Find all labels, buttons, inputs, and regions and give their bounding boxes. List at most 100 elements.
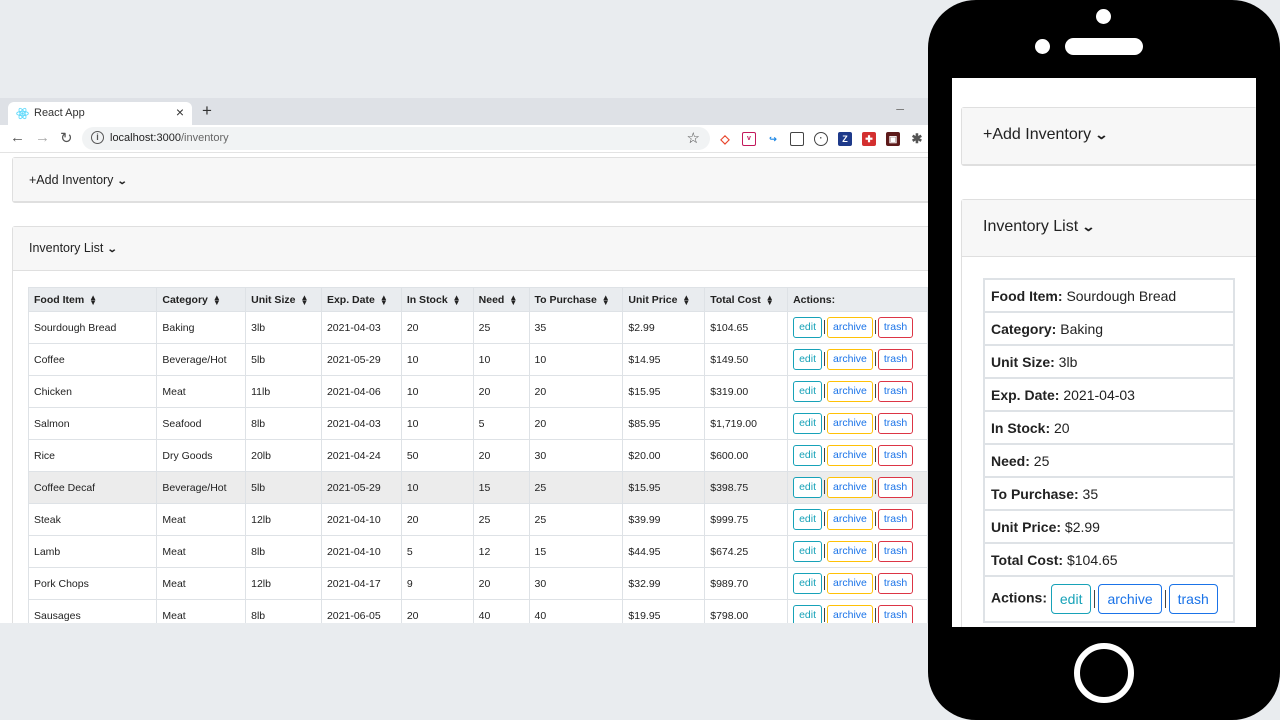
mobile-field-cell: To Purchase: 35 xyxy=(983,476,1235,511)
puzzle-icon[interactable]: ✱ xyxy=(910,132,924,146)
archive-button[interactable]: archive xyxy=(827,573,873,594)
inventory-list-toggle[interactable]: Inventory List ⌄ xyxy=(13,227,928,271)
column-header[interactable]: Food Item ▲ ▼ xyxy=(27,287,158,312)
extension-icon-5[interactable]: · xyxy=(814,132,828,146)
table-cell: $600.00 xyxy=(704,439,789,472)
column-header[interactable]: Unit Size ▲ ▼ xyxy=(245,287,322,312)
actions-cell: edit archive trash xyxy=(787,311,928,344)
screenshot-icon[interactable] xyxy=(790,132,804,146)
extension-icon-3[interactable]: ↪ xyxy=(766,132,780,146)
pocket-icon[interactable]: v xyxy=(742,132,756,146)
trash-button[interactable]: trash xyxy=(1168,584,1218,614)
archive-button[interactable]: archive xyxy=(827,317,873,338)
archive-button[interactable]: archive xyxy=(827,413,873,434)
trash-button[interactable]: trash xyxy=(877,477,914,498)
trash-button[interactable]: trash xyxy=(877,413,914,434)
table-cell: $999.75 xyxy=(704,503,789,536)
sort-icon[interactable]: ▲ ▼ xyxy=(766,293,774,306)
home-button[interactable] xyxy=(1074,643,1134,703)
table-cell: $32.99 xyxy=(622,567,706,600)
table-row: Chicken Meat 11lb 2021-04-06 10 20 20 $15.95 $31… xyxy=(27,375,928,408)
chevron-down-icon: ⌄ xyxy=(1081,219,1096,234)
mobile-add-inventory-toggle[interactable]: +Add Inventory ⌄ xyxy=(962,108,1256,165)
sort-icon[interactable]: ▲ ▼ xyxy=(682,293,690,306)
sort-icon[interactable]: ▲ ▼ xyxy=(89,293,97,306)
browser-tab[interactable]: React App × xyxy=(8,102,192,125)
zotero-icon[interactable]: Z xyxy=(838,132,852,146)
table-row: Rice Dry Goods 20lb 2021-04-24 50 20 30 $20.00 $… xyxy=(27,439,928,472)
info-icon[interactable]: i xyxy=(91,131,104,144)
field-value: $2.99 xyxy=(1064,518,1100,535)
archive-button[interactable]: archive xyxy=(827,381,873,402)
edit-button[interactable]: edit xyxy=(793,445,823,466)
column-header[interactable]: Need ▲ ▼ xyxy=(472,287,530,312)
separator xyxy=(874,416,876,431)
field-value: 25 xyxy=(1033,452,1050,469)
trash-button[interactable]: trash xyxy=(877,381,914,402)
mobile-field-cell: Category: Baking xyxy=(983,311,1235,346)
minimize-icon[interactable]: – xyxy=(896,100,904,116)
table-cell: 20 xyxy=(528,375,624,408)
edit-button[interactable]: edit xyxy=(793,349,823,370)
table-cell: $19.95 xyxy=(622,599,706,623)
sort-icon[interactable]: ▲ ▼ xyxy=(213,293,221,306)
edit-button[interactable]: edit xyxy=(793,509,823,530)
mobile-inventory-list-toggle[interactable]: Inventory List ⌄ xyxy=(962,200,1256,257)
trash-button[interactable]: trash xyxy=(877,317,914,338)
table-cell: 5lb xyxy=(245,343,322,376)
column-header[interactable]: Exp. Date ▲ ▼ xyxy=(320,287,402,312)
sort-icon[interactable]: ▲ ▼ xyxy=(380,293,388,306)
sort-icon[interactable]: ▲ ▼ xyxy=(453,293,461,306)
archive-button[interactable]: archive xyxy=(827,605,873,623)
sort-icon[interactable]: ▲ ▼ xyxy=(300,293,308,306)
archive-button[interactable]: archive xyxy=(827,349,873,370)
star-icon[interactable]: ☆ xyxy=(687,129,700,147)
edit-button[interactable]: edit xyxy=(793,477,823,498)
edit-button[interactable]: edit xyxy=(793,317,823,338)
reload-icon[interactable]: ↻ xyxy=(60,129,73,147)
column-header: Actions: xyxy=(787,287,928,312)
edit-button[interactable]: edit xyxy=(793,381,823,402)
column-header[interactable]: In Stock ▲ ▼ xyxy=(400,287,474,312)
edit-button[interactable]: edit xyxy=(1050,584,1092,614)
table-cell: $674.25 xyxy=(704,535,789,568)
column-header[interactable]: Total Cost ▲ ▼ xyxy=(704,287,789,312)
close-icon[interactable]: × xyxy=(176,104,184,120)
plus-icon[interactable]: + xyxy=(202,101,212,121)
trash-button[interactable]: trash xyxy=(877,509,914,530)
extension-icon-1[interactable]: ◇ xyxy=(718,132,732,146)
archive-button[interactable]: archive xyxy=(827,477,873,498)
sort-icon[interactable]: ▲ ▼ xyxy=(602,293,610,306)
edit-button[interactable]: edit xyxy=(793,573,823,594)
extension-icon-7[interactable]: ✚ xyxy=(862,132,876,146)
trash-button[interactable]: trash xyxy=(877,349,914,370)
trash-button[interactable]: trash xyxy=(877,605,914,623)
address-bar[interactable]: i localhost:3000/inventory ☆ xyxy=(82,127,710,150)
separator xyxy=(874,576,876,591)
table-cell: 25 xyxy=(472,311,530,344)
table-cell: 40 xyxy=(472,599,530,623)
trash-button[interactable]: trash xyxy=(877,541,914,562)
archive-button[interactable]: archive xyxy=(1098,584,1162,614)
mobile-field-row: Exp. Date: 2021-04-03 xyxy=(983,377,1235,412)
edit-button[interactable]: edit xyxy=(793,541,823,562)
archive-button[interactable]: archive xyxy=(827,445,873,466)
table-cell: 8lb xyxy=(245,407,322,440)
table-cell: 2021-04-17 xyxy=(320,567,402,600)
column-header[interactable]: To Purchase ▲ ▼ xyxy=(528,287,624,312)
column-header[interactable]: Category ▲ ▼ xyxy=(156,287,247,312)
column-header[interactable]: Unit Price ▲ ▼ xyxy=(622,287,706,312)
trash-button[interactable]: trash xyxy=(877,573,914,594)
extension-icon-8[interactable]: ▣ xyxy=(886,132,900,146)
edit-button[interactable]: edit xyxy=(793,413,823,434)
sort-icon[interactable]: ▲ ▼ xyxy=(509,293,517,306)
back-arrow-icon[interactable]: ← xyxy=(10,129,25,146)
edit-button[interactable]: edit xyxy=(793,605,823,623)
table-cell: 2021-04-03 xyxy=(320,407,402,440)
add-inventory-toggle[interactable]: +Add Inventory ⌄ xyxy=(13,158,928,202)
table-cell: 20 xyxy=(528,407,624,440)
forward-arrow-icon[interactable]: → xyxy=(35,129,50,146)
archive-button[interactable]: archive xyxy=(827,509,873,530)
trash-button[interactable]: trash xyxy=(877,445,914,466)
archive-button[interactable]: archive xyxy=(827,541,873,562)
